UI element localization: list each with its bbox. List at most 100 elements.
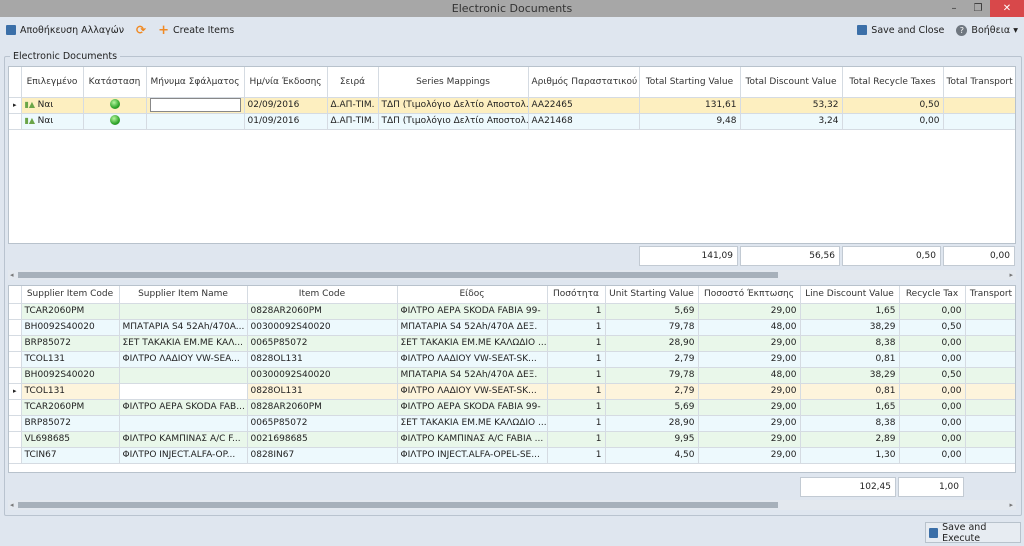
- cell[interactable]: 28,90: [605, 335, 699, 352]
- create-items-button[interactable]: + Create Items: [152, 23, 240, 38]
- cell[interactable]: [965, 399, 1015, 416]
- cell[interactable]: 0,50: [899, 319, 966, 336]
- cell[interactable]: 1,65: [800, 399, 900, 416]
- refresh-button[interactable]: ⟳: [130, 23, 152, 37]
- column-header[interactable]: Αριθμός Παραστατικού: [528, 67, 640, 98]
- cell[interactable]: 29,00: [698, 383, 801, 400]
- table-row[interactable]: BH0092S40020 ΜΠΑΤΑΡΙΑ S4 52Ah/470A... 0030…: [9, 319, 1015, 336]
- cell-status[interactable]: [83, 97, 147, 114]
- column-header[interactable]: Line Discount Value: [800, 286, 900, 304]
- cell[interactable]: 0,81: [800, 351, 900, 368]
- table-row[interactable]: TCIN67 ΦΙΛΤΡΟ INJECT.ALFA-OP... 0828IN67 ΦΙ…: [9, 447, 1015, 464]
- cell[interactable]: TCAR2060PM: [21, 303, 120, 320]
- cell[interactable]: 48,00: [698, 319, 801, 336]
- cell[interactable]: 38,29: [800, 367, 900, 384]
- cell[interactable]: 29,00: [698, 399, 801, 416]
- cell[interactable]: ΣΕΤ ΤΑΚΑΚΙΑ ΕΜ.ΜΕ ΚΑΛΩΔΙΟ ...: [397, 335, 548, 352]
- cell[interactable]: 1: [547, 351, 606, 368]
- cell[interactable]: 1: [547, 303, 606, 320]
- cell[interactable]: 1: [547, 383, 606, 400]
- cell[interactable]: [119, 415, 248, 432]
- cell[interactable]: 0,00: [899, 303, 966, 320]
- cell[interactable]: [965, 335, 1015, 352]
- table-row[interactable]: TCOL131 ΦΙΛΤΡΟ ΛΑΔΙΟΥ VW-SEA... 0828OL131 Φ…: [9, 351, 1015, 368]
- column-header[interactable]: Ποσότητα: [547, 286, 606, 304]
- table-row[interactable]: VL698685 ΦΙΛΤΡΟ ΚΑΜΠΙΝΑΣ A/C F... 00216986…: [9, 431, 1015, 448]
- cell[interactable]: 79,78: [605, 319, 699, 336]
- cell-tdv[interactable]: 3,24: [740, 113, 843, 130]
- cell[interactable]: [965, 367, 1015, 384]
- cell-date[interactable]: 02/09/2016: [244, 97, 328, 114]
- cell-series[interactable]: Δ.ΑΠ-ΤΙΜ.: [327, 97, 379, 114]
- cell[interactable]: 79,78: [605, 367, 699, 384]
- cell-date[interactable]: 01/09/2016: [244, 113, 328, 130]
- column-header[interactable]: Series Mappings: [378, 67, 529, 98]
- cell[interactable]: TCIN67: [21, 447, 120, 464]
- cell[interactable]: 1: [547, 399, 606, 416]
- cell-selected[interactable]: ▮▲ Ναι: [21, 97, 84, 114]
- cell[interactable]: 2,79: [605, 383, 699, 400]
- restore-button[interactable]: ❐: [966, 0, 990, 17]
- cell-number[interactable]: AA22465: [528, 97, 640, 114]
- cell-tsv[interactable]: 9,48: [639, 113, 741, 130]
- cell[interactable]: VL698685: [21, 431, 120, 448]
- cell[interactable]: ΦΙΛΤΡΟ INJECT.ALFA-OPEL-SE...: [397, 447, 548, 464]
- column-header[interactable]: Ποσοστό Έκπτωσης: [698, 286, 801, 304]
- cell-tsv[interactable]: 131,61: [639, 97, 741, 114]
- cell[interactable]: ΣΕΤ ΤΑΚΑΚΙΑ ΕΜ.ΜΕ ΚΑΛΩΔΙΟ ...: [397, 415, 548, 432]
- column-header[interactable]: Σειρά: [327, 67, 379, 98]
- items-grid[interactable]: Supplier Item Code Supplier Item Name Item…: [8, 285, 1016, 473]
- cell[interactable]: [965, 447, 1015, 464]
- cell[interactable]: 00300092S40020: [247, 367, 398, 384]
- close-button[interactable]: ✕: [990, 0, 1024, 17]
- cell[interactable]: 0,00: [899, 447, 966, 464]
- column-header[interactable]: Επιλεγμένο: [21, 67, 84, 98]
- cell[interactable]: ΦΙΛΤΡΟ ΛΑΔΙΟΥ VW-SEA...: [119, 351, 248, 368]
- table-row[interactable]: BH0092S40020 00300092S40020 ΜΠΑΤΑΡΙΑ S4 52…: [9, 367, 1015, 384]
- cell-selected[interactable]: ▮▲ Ναι: [21, 113, 84, 130]
- column-header[interactable]: Total Starting Value: [639, 67, 741, 98]
- cell[interactable]: ΜΠΑΤΑΡΙΑ S4 52Ah/470A ΔΕΞ.: [397, 367, 548, 384]
- cell[interactable]: [965, 431, 1015, 448]
- cell[interactable]: 8,38: [800, 335, 900, 352]
- cell[interactable]: 8,38: [800, 415, 900, 432]
- column-header[interactable]: Total Recycle Taxes: [842, 67, 944, 98]
- cell[interactable]: 29,00: [698, 303, 801, 320]
- cell[interactable]: ΦΙΛΤΡΟ ΑΕΡΑ SKODA FABIA 99-: [397, 399, 548, 416]
- cell[interactable]: 0828AR2060PM: [247, 399, 398, 416]
- cell[interactable]: 0,00: [899, 399, 966, 416]
- cell[interactable]: [965, 383, 1015, 400]
- cell[interactable]: 1,30: [800, 447, 900, 464]
- cell[interactable]: 1: [547, 319, 606, 336]
- minimize-button[interactable]: –: [942, 0, 966, 17]
- cell[interactable]: 9,95: [605, 431, 699, 448]
- cell[interactable]: [965, 351, 1015, 368]
- cell[interactable]: 1: [547, 335, 606, 352]
- cell-mapping[interactable]: ΤΔΠ (Τιμολόγιο Δελτίο Αποστολ...: [378, 97, 529, 114]
- save-close-button[interactable]: Save and Close: [851, 25, 950, 36]
- cell[interactable]: 2,79: [605, 351, 699, 368]
- table-row[interactable]: ▮▲ Ναι 01/09/2016 Δ.ΑΠ-ΤΙΜ. ΤΔΠ (Τιμολόγιο …: [9, 113, 1015, 130]
- cell-trt[interactable]: 0,00: [842, 113, 944, 130]
- error-message-input[interactable]: [149, 98, 241, 112]
- cell[interactable]: 0828OL131: [247, 383, 398, 400]
- cell[interactable]: 0828AR2060PM: [247, 303, 398, 320]
- cell[interactable]: 0828OL131: [247, 351, 398, 368]
- cell[interactable]: TCOL131: [21, 351, 120, 368]
- cell-error[interactable]: [146, 97, 245, 114]
- help-button[interactable]: ? Βοήθεια ▾: [950, 24, 1024, 36]
- cell[interactable]: 38,29: [800, 319, 900, 336]
- cell[interactable]: ΦΙΛΤΡΟ ΚΑΜΠΙΝΑΣ A/C F...: [119, 431, 248, 448]
- cell-error[interactable]: [146, 113, 245, 130]
- cell-series[interactable]: Δ.ΑΠ-ΤΙΜ.: [327, 113, 379, 130]
- column-header[interactable]: Transport F: [965, 286, 1015, 304]
- cell[interactable]: 0065P85072: [247, 415, 398, 432]
- cell[interactable]: 0021698685: [247, 431, 398, 448]
- items-hscrollbar[interactable]: ◂ ▸: [8, 500, 1016, 510]
- column-header[interactable]: Supplier Item Code: [21, 286, 120, 304]
- cell[interactable]: 48,00: [698, 367, 801, 384]
- cell[interactable]: ΦΙΛΤΡΟ ΛΑΔΙΟΥ VW-SEAT-SK...: [397, 383, 548, 400]
- cell-status[interactable]: [83, 113, 147, 130]
- cell[interactable]: ΦΙΛΤΡΟ ΑΕΡΑ SKODA FAB...: [119, 399, 248, 416]
- cell[interactable]: 1: [547, 431, 606, 448]
